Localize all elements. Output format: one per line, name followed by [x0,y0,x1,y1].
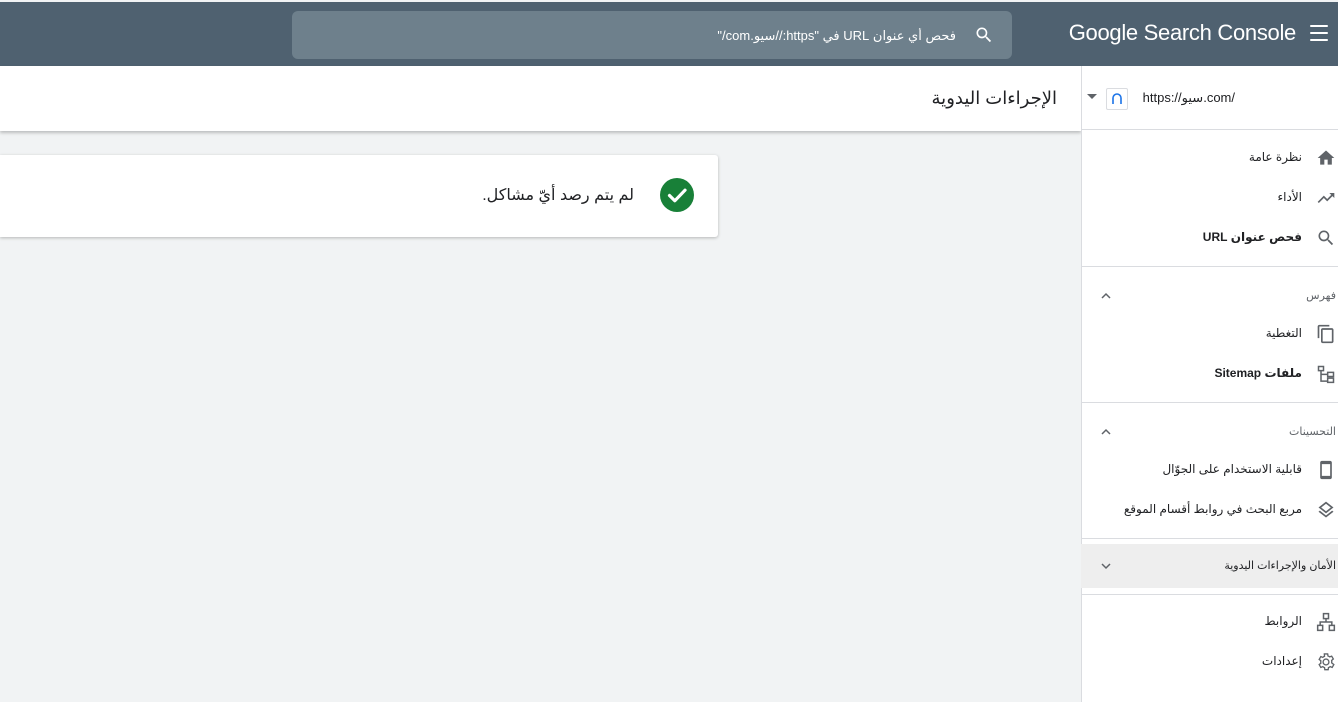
sidebar-nav: https://سيو.com/ نظرة عامة الأداء فحص عن… [1081,66,1338,702]
smartphone-icon [1320,460,1332,480]
sidebar-item-url-inspection[interactable]: فحص عنوان URL [1081,218,1338,258]
search-input[interactable] [336,11,956,59]
top-app-bar: Google Search Console [0,0,1338,66]
search-icon [1318,230,1334,246]
sidebar-item-sitelinks-searchbox[interactable]: مربع البحث في روابط أقسام الموقع [1081,490,1338,530]
property-globe-icon [1106,88,1128,110]
property-url: https://سيو.com/ [1142,90,1235,105]
sidebar-item-label: قابلية الاستخدام على الجوّال [1162,462,1302,476]
section-label: الأمان والإجراءات اليدوية [1224,560,1336,572]
gear-icon [1318,653,1335,671]
sidebar-item-sitemaps[interactable]: ملفات Sitemap [1081,354,1338,394]
hamburger-menu-icon[interactable] [1308,22,1330,44]
home-icon [1317,150,1335,165]
check-circle-icon [660,178,694,212]
search-icon[interactable] [974,25,994,45]
sidebar-item-overview[interactable]: نظرة عامة [1081,138,1338,178]
copy-pages-icon [1317,324,1334,344]
sidebar-item-label: فحص عنوان URL [1202,230,1302,244]
trending-up-icon [1317,193,1335,203]
sidebar-item-label: التغطية [1265,326,1302,340]
sidebar-item-label: الأداء [1277,190,1303,204]
sidebar-item-settings[interactable]: إعدادات [1081,642,1338,682]
status-card: لم يتم رصد أيّ مشاكل. [0,155,718,237]
page-header: الإجراءات اليدوية [0,66,1081,131]
section-label: التحسينات [1289,426,1336,438]
chevron-up-icon[interactable] [1099,425,1113,439]
caret-down-icon[interactable] [1087,94,1097,99]
sidebar-item-label: نظرة عامة [1248,150,1302,164]
sidebar-item-performance[interactable]: الأداء [1081,178,1338,218]
sidebar-item-label: الروابط [1264,614,1302,628]
sidebar-item-coverage[interactable]: التغطية [1081,314,1338,354]
sidebar-item-label: ملفات Sitemap [1214,366,1302,380]
main-content: الإجراءات اليدوية لم يتم رصد أيّ مشاكل. [0,66,1081,702]
page-title: الإجراءات اليدوية [931,88,1057,108]
chevron-up-icon[interactable] [1099,289,1113,303]
sitemap-tree-icon [1317,365,1335,384]
url-inspection-search[interactable] [292,11,1012,59]
sidebar-item-label: مربع البحث في روابط أقسام الموقع [1123,502,1302,516]
divider [1081,266,1338,267]
property-selector[interactable]: https://سيو.com/ [1081,66,1338,130]
section-header-security-manual-actions[interactable]: الأمان والإجراءات اليدوية [1081,544,1338,588]
layers-icon [1318,501,1334,518]
section-label: فهرس [1306,290,1336,302]
sidebar-item-links[interactable]: الروابط [1081,602,1338,642]
chevron-down-icon[interactable] [1099,559,1113,573]
divider [1081,402,1338,403]
section-header-index[interactable]: فهرس [1081,274,1338,318]
section-header-enhancements[interactable]: التحسينات [1081,410,1338,454]
status-message: لم يتم رصد أيّ مشاكل. [482,187,634,204]
links-network-icon [1316,612,1336,632]
app-title[interactable]: Google Search Console [1069,20,1297,46]
divider [1081,594,1338,595]
sidebar-item-label: إعدادات [1261,654,1302,668]
sidebar-item-mobile-usability[interactable]: قابلية الاستخدام على الجوّال [1081,450,1338,490]
divider [1081,538,1338,539]
